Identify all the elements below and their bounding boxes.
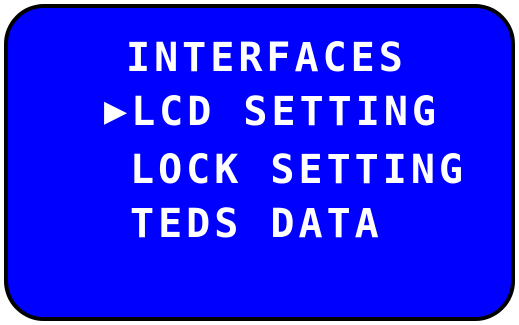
- menu-list: INTERFACES ▶ LCD SETTING LOCK SETTING TE…: [8, 8, 511, 317]
- lcd-screen: INTERFACES ▶ LCD SETTING LOCK SETTING TE…: [4, 4, 515, 321]
- menu-item-label: TEDS DATA: [130, 201, 383, 247]
- menu-item-teds-data[interactable]: TEDS DATA: [130, 204, 383, 244]
- menu-item-label: INTERFACES: [126, 35, 407, 81]
- selection-cursor-icon: ▶: [104, 94, 128, 129]
- menu-item-label: LOCK SETTING: [130, 147, 467, 193]
- menu-item-interfaces[interactable]: INTERFACES: [126, 38, 407, 78]
- menu-item-lcd-setting[interactable]: ▶ LCD SETTING: [104, 92, 440, 132]
- menu-item-label: LCD SETTING: [131, 89, 440, 135]
- menu-item-lock-setting[interactable]: LOCK SETTING: [130, 150, 467, 190]
